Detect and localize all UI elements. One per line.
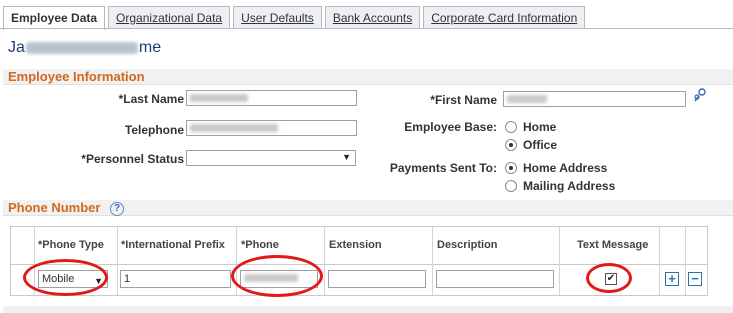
tab-corporate-card-information[interactable]: Corporate Card Information	[423, 6, 586, 29]
highlight-ring-phone-type	[23, 259, 108, 296]
col-phone: *Phone	[241, 239, 279, 251]
last-name-label: *Last Name	[118, 92, 184, 106]
employee-base-label: Employee Base:	[404, 120, 497, 134]
payments-home-address[interactable]: Home Address	[505, 161, 607, 175]
tab-bank-accounts[interactable]: Bank Accounts	[324, 6, 421, 29]
employee-name-start: Ja	[8, 39, 25, 56]
tab-divider	[0, 28, 733, 29]
payments-home-address-label: Home Address	[523, 161, 608, 175]
employee-name: Ja me	[8, 39, 161, 57]
column-divider	[659, 227, 660, 295]
phone-number-title: Phone Number	[8, 200, 101, 215]
tab-organizational-data[interactable]: Organizational Data	[108, 6, 231, 29]
payments-home-address-radio[interactable]	[505, 162, 517, 174]
col-description: Description	[437, 239, 498, 251]
payments-mailing-address-radio[interactable]	[505, 180, 517, 192]
personnel-status-label: *Personnel Status	[81, 152, 184, 166]
tab-user-defaults[interactable]: User Defaults	[233, 6, 322, 29]
help-icon[interactable]: ?	[110, 201, 125, 216]
telephone-input[interactable]	[186, 120, 357, 136]
extension-input[interactable]	[328, 270, 426, 288]
tab-bar: Employee Data Organizational Data User D…	[3, 6, 588, 30]
col-phone-type: *Phone Type	[38, 239, 104, 251]
next-section-header	[3, 306, 733, 313]
tab-employee-data[interactable]: Employee Data	[3, 6, 106, 30]
column-divider	[324, 227, 325, 295]
employee-base-office-radio[interactable]	[505, 139, 517, 151]
payments-sent-to-label: Payments Sent To:	[389, 161, 497, 175]
highlight-ring-text-message	[586, 263, 632, 293]
personnel-status-select[interactable]: ▼	[186, 150, 356, 166]
col-international-prefix: *International Prefix	[121, 239, 225, 251]
highlight-ring-phone	[231, 255, 323, 297]
first-name-input[interactable]	[503, 91, 686, 107]
employee-base-home[interactable]: Home	[505, 120, 556, 134]
employee-name-end: me	[138, 39, 162, 56]
add-row-button[interactable]: +	[665, 272, 679, 286]
col-text-message: Text Message	[577, 239, 649, 251]
last-name-input[interactable]	[186, 90, 357, 106]
column-divider	[685, 227, 686, 295]
description-input[interactable]	[436, 270, 554, 288]
col-extension: Extension	[329, 239, 382, 251]
employee-base-office[interactable]: Office	[505, 138, 557, 152]
column-divider	[559, 227, 560, 295]
international-prefix-input[interactable]: 1	[120, 270, 231, 288]
telephone-label: Telephone	[124, 123, 184, 137]
delete-row-button[interactable]: −	[688, 272, 702, 286]
chevron-down-icon: ▼	[342, 152, 351, 162]
people-lookup-icon[interactable]	[692, 87, 708, 103]
employee-information-header: Employee Information	[3, 69, 733, 85]
column-divider	[117, 227, 118, 295]
phone-number-header: Phone Number ?	[3, 200, 733, 216]
employee-base-office-label: Office	[523, 138, 558, 152]
payments-mailing-address-label: Mailing Address	[523, 179, 616, 193]
employee-base-home-radio[interactable]	[505, 121, 517, 133]
redacted-name	[25, 41, 138, 54]
employee-base-home-label: Home	[523, 120, 557, 134]
column-divider	[432, 227, 433, 295]
first-name-label: *First Name	[430, 93, 497, 107]
payments-mailing-address[interactable]: Mailing Address	[505, 179, 615, 193]
